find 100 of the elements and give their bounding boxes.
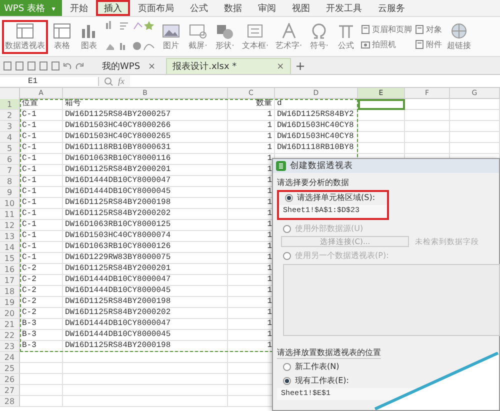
close-icon[interactable]: × — [148, 62, 156, 72]
ribbon-button[interactable]: 图片 — [159, 20, 183, 52]
table-cell: DW16D1444DB10CY8000047 — [63, 319, 228, 330]
table-cell: C-1 — [20, 121, 63, 132]
formula-input[interactable] — [130, 75, 500, 87]
row-header[interactable]: 23 — [0, 341, 20, 352]
row-header[interactable]: 20 — [0, 308, 20, 319]
table-cell: DW16D1503HC40CY8 — [275, 132, 358, 143]
row-header[interactable]: 21 — [0, 319, 20, 330]
ribbon-button[interactable]: 艺术字· — [274, 20, 304, 52]
ribbon-button[interactable]: 形状· — [213, 20, 237, 52]
ribbon-button[interactable]: 页眉和页脚 — [361, 24, 412, 34]
row-header[interactable]: 13 — [0, 231, 20, 242]
row-header[interactable]: 8 — [0, 176, 20, 187]
page-icon — [415, 24, 424, 34]
table-cell: C-1 — [20, 253, 63, 264]
redo-icon[interactable] — [75, 60, 84, 70]
ribbon-button[interactable]: 数据透视表 — [3, 20, 47, 52]
row-header[interactable]: 27 — [0, 385, 20, 396]
search-icon[interactable] — [104, 76, 113, 86]
ribbon-button[interactable]: 图表 — [77, 20, 101, 52]
table-cell — [450, 132, 500, 143]
close-icon[interactable]: × — [276, 62, 284, 72]
row-header[interactable]: 19 — [0, 297, 20, 308]
menu-tab[interactable]: 页面布局 — [130, 0, 182, 16]
row-header[interactable]: 2 — [0, 110, 20, 121]
ribbon-button[interactable]: 拍照机 — [361, 38, 412, 50]
table-cell: C-1 — [20, 154, 63, 165]
ribbon-button[interactable]: 附件 — [415, 38, 442, 50]
menu-tab[interactable]: 视图 — [284, 0, 318, 16]
row-header[interactable]: 7 — [0, 165, 20, 176]
name-box[interactable]: E1 — [0, 76, 99, 86]
table-cell: C-1 — [20, 110, 63, 121]
row-header[interactable]: 9 — [0, 187, 20, 198]
row-header[interactable]: 4 — [0, 132, 20, 143]
radio-option[interactable]: 新工作表(N) — [277, 361, 340, 372]
row-header[interactable]: 3 — [0, 121, 20, 132]
screen-icon — [188, 22, 208, 38]
table-cell — [405, 99, 450, 110]
row-header[interactable]: 6 — [0, 154, 20, 165]
row-header[interactable]: 22 — [0, 330, 20, 341]
row-header[interactable]: 1 — [0, 99, 20, 110]
menu-tab[interactable]: 数据 — [216, 0, 250, 16]
ribbon-button[interactable]: 表格 — [50, 20, 74, 52]
row-header[interactable]: 12 — [0, 220, 20, 231]
table-cell: DW16D1125RS84BY2000198 — [63, 341, 228, 352]
table-cell: DW16D1444DB10CY8000045 — [63, 187, 228, 198]
menu-tab[interactable]: 云服务 — [370, 0, 413, 16]
fx-label[interactable]: fx — [118, 76, 124, 86]
menu-tab[interactable]: 审阅 — [250, 0, 284, 16]
table-cell — [20, 385, 63, 396]
row-header[interactable]: 16 — [0, 264, 20, 275]
table-cell: DW16D1444DB10CY8000047 — [63, 275, 228, 286]
table-cell: 1 — [228, 110, 275, 121]
undo-icon[interactable] — [63, 60, 72, 70]
ribbon-button[interactable]: 超链接 — [445, 20, 474, 52]
table-cell: DW16D1503HC40CY8000266 — [63, 121, 228, 132]
table-cell — [358, 132, 405, 143]
row-header[interactable]: 11 — [0, 209, 20, 220]
menu-tab[interactable]: 公式 — [182, 0, 216, 16]
table-cell: DW16D1125RS84BY2000198 — [63, 198, 228, 209]
row-header[interactable]: 24 — [0, 352, 20, 363]
table-cell — [20, 363, 63, 374]
table-cell: C-2 — [20, 297, 63, 308]
table-cell: DW16D1125RS84BY2000198 — [63, 297, 228, 308]
table-cell: C-1 — [20, 132, 63, 143]
table-cell — [405, 121, 450, 132]
ribbon-button[interactable]: 截屏· — [186, 20, 210, 52]
table-cell — [20, 396, 63, 407]
document-tab[interactable]: 我的WPS × — [96, 59, 162, 74]
table-cell: B-3 — [20, 330, 63, 341]
row-header[interactable]: 14 — [0, 242, 20, 253]
ribbon-button[interactable]: 对象 — [415, 24, 442, 34]
table-cell: DW16D1125RS84BY2000257 — [63, 110, 228, 121]
document-tab[interactable]: 报表设计.xlsx * × — [166, 58, 292, 74]
table-cell — [450, 110, 500, 121]
table-cell: C-2 — [20, 308, 63, 319]
table-cell: C-1 — [20, 198, 63, 209]
table-cell: DW16D1118RB10BY8000631 — [63, 143, 228, 154]
ribbon-button[interactable]: 公式 — [334, 20, 358, 52]
table-cell — [450, 143, 500, 154]
menu-tab[interactable]: 开发工具 — [318, 0, 370, 16]
new-tab-button[interactable]: + — [295, 58, 306, 72]
dialog-title: 创建数据透视表 — [290, 160, 353, 172]
row-header[interactable]: 25 — [0, 363, 20, 374]
row-header[interactable]: 26 — [0, 374, 20, 385]
row-header[interactable]: 18 — [0, 286, 20, 297]
row-header[interactable]: 17 — [0, 275, 20, 286]
row-header[interactable]: 10 — [0, 198, 20, 209]
row-header[interactable]: 28 — [0, 396, 20, 407]
menu-tab[interactable]: 开始 — [62, 0, 96, 16]
table-cell: C-1 — [20, 209, 63, 220]
radio-option[interactable]: 现有工作表(E): — [277, 375, 349, 386]
ribbon-button[interactable]: 文本框· — [240, 20, 271, 52]
radio-option[interactable]: 请选择单元格区域(S): — [279, 192, 376, 203]
menu-tab[interactable]: 插入 — [96, 0, 130, 16]
row-header[interactable]: 5 — [0, 143, 20, 154]
ribbon-button[interactable]: 符号· — [307, 20, 332, 52]
row-header[interactable]: 15 — [0, 253, 20, 264]
table-cell: DW16D1118RB10BY8 — [275, 143, 358, 154]
